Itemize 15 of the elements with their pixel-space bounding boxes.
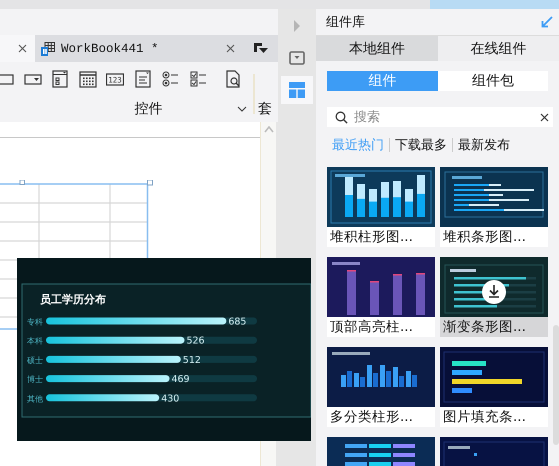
toolbar-group-label: 控件 [134, 100, 164, 118]
value-label: 512 [182, 354, 201, 366]
category-label: 其他 [27, 394, 43, 404]
toolbar-group-label: 套 [258, 100, 273, 118]
value-label: 430 [161, 393, 180, 404]
value-label: 469 [171, 374, 190, 386]
category-label: 博士 [27, 375, 43, 384]
value-label: 685 [228, 316, 246, 328]
category-label: 专科 [27, 318, 43, 326]
category-label: 硕士 [27, 356, 43, 365]
panel-title: 组件库 [326, 14, 365, 31]
value-label: 526 [186, 336, 205, 347]
category-label: 本科 [27, 336, 43, 346]
chart-title: 员工学历分布 [40, 293, 106, 306]
tab-label: WorkBook441 * [61, 42, 159, 56]
